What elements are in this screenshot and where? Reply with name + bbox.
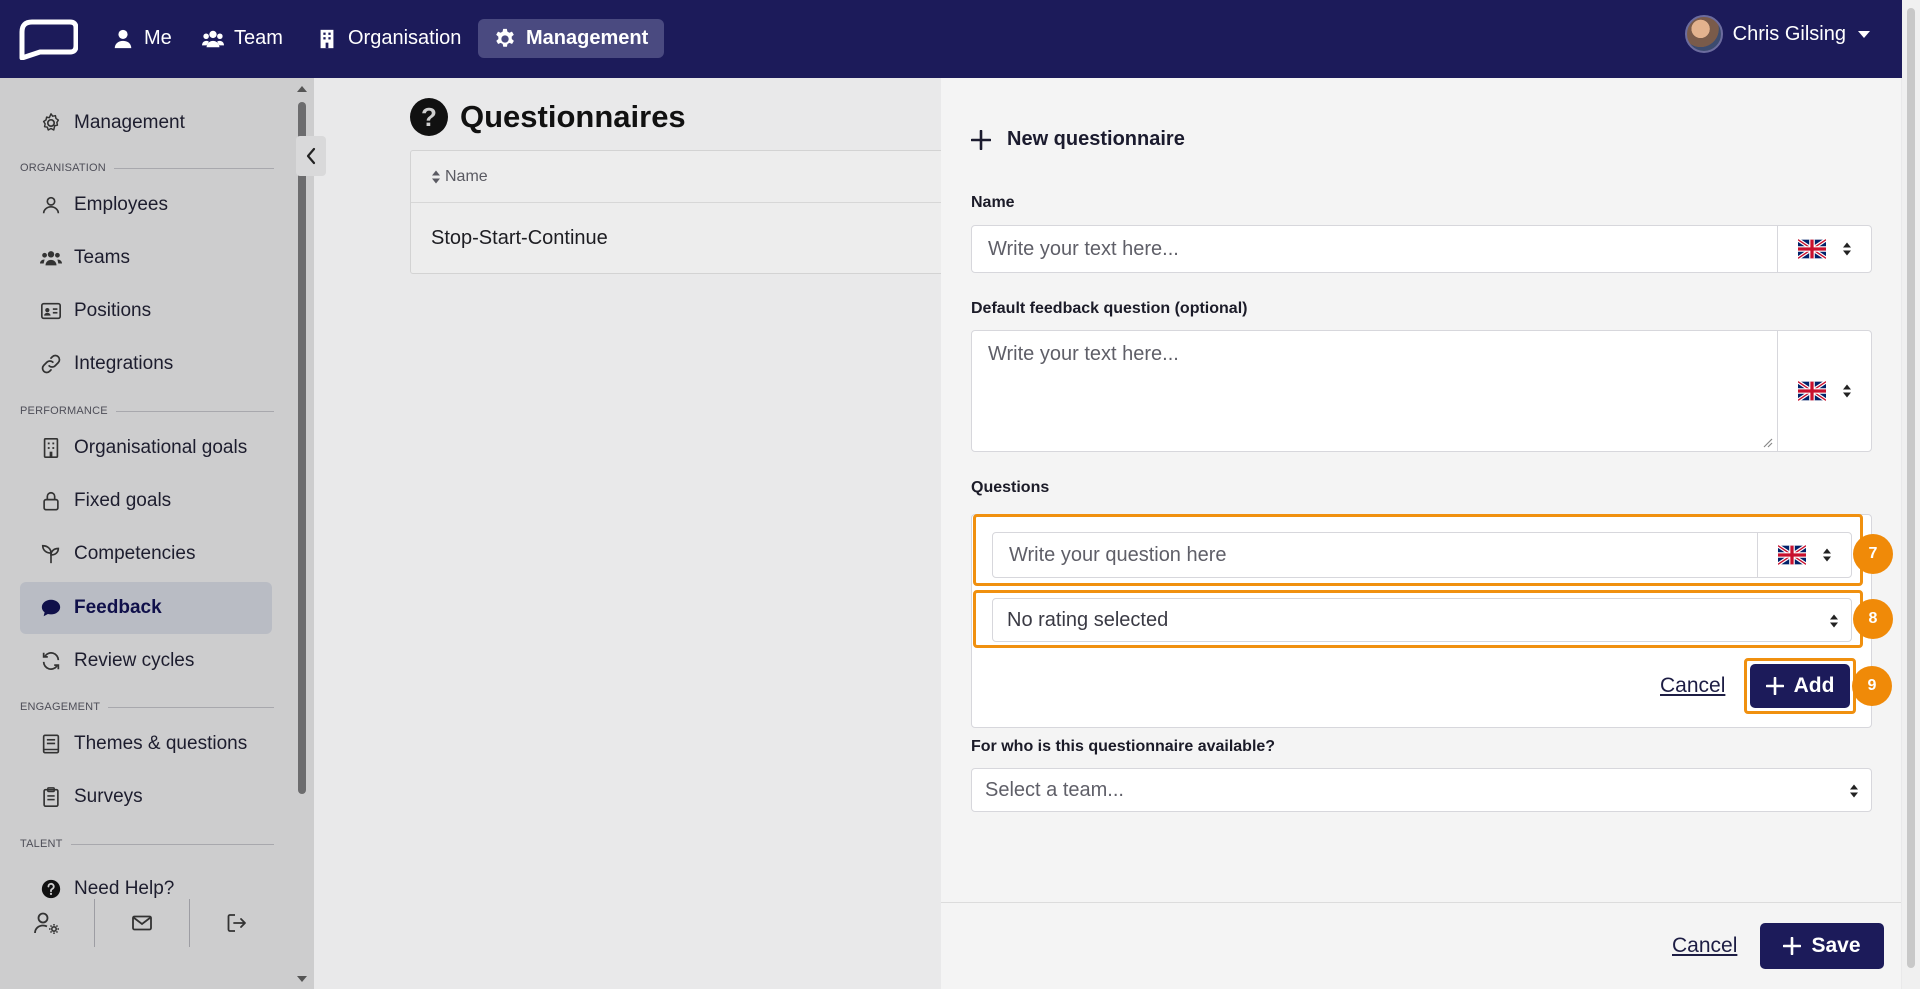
sidebar-item-teams[interactable]: Teams (20, 232, 272, 284)
sidebar-item-surveys[interactable]: Surveys (20, 771, 272, 823)
step-badge-9: 9 (1852, 666, 1892, 706)
sidebar-item-themes-questions[interactable]: Themes & questions (20, 718, 272, 770)
name-input[interactable]: Write your text here... (971, 225, 1872, 273)
section-engagement: ENGAGEMENT (20, 701, 274, 713)
table-row[interactable]: Stop-Start-Continue (411, 203, 949, 273)
uk-flag-icon (1797, 381, 1826, 401)
page-scrollbar[interactable] (1902, 0, 1920, 989)
uk-flag-icon (1797, 239, 1826, 259)
section-performance: PERFORMANCE (20, 405, 274, 417)
sidebar-item-management[interactable]: Management (20, 97, 272, 149)
nav-management[interactable]: Management (478, 19, 665, 58)
refresh-icon (40, 650, 62, 672)
top-navigation: Me Team Organisation Management Chris Gi… (0, 0, 1920, 78)
app-logo-icon[interactable] (18, 18, 78, 60)
questionnaires-table: Name Stop-Start-Continue (410, 150, 950, 274)
panel-title: New questionnaire (971, 128, 1185, 151)
link-icon (40, 353, 62, 375)
sidebar-item-fixed-goals[interactable]: Fixed goals (20, 475, 272, 527)
sidebar-item-employees[interactable]: Employees (20, 179, 272, 231)
person-icon (40, 194, 62, 216)
resize-handle-icon[interactable] (1763, 438, 1773, 448)
default-question-textarea[interactable]: Write your text here... (971, 330, 1872, 452)
sort-icon (1842, 383, 1852, 399)
availability-label: For who is this questionnaire available? (971, 738, 1276, 755)
envelope-icon (130, 911, 154, 935)
user-gear-icon (33, 911, 61, 935)
sidebar: Management ORGANISATION Employees Teams … (0, 78, 314, 989)
sort-icon (1849, 783, 1859, 799)
cancel-question-link[interactable]: Cancel (1660, 674, 1725, 698)
gear-icon (40, 112, 62, 134)
chevron-left-icon (305, 146, 317, 166)
panel-footer-divider (941, 902, 1901, 903)
scrollbar-thumb[interactable] (1907, 8, 1915, 968)
user-settings-button[interactable] (0, 899, 94, 947)
sidebar-item-positions[interactable]: Positions (20, 285, 272, 337)
default-question-label: Default feedback question (optional) (971, 300, 1248, 317)
scrollbar-thumb[interactable] (298, 102, 306, 794)
sidebar-footer (0, 888, 290, 958)
clipboard-icon (40, 786, 62, 808)
highlight-step-9 (1744, 658, 1856, 714)
highlight-step-8 (973, 590, 1863, 648)
sidebar-item-feedback[interactable]: Feedback (20, 582, 272, 634)
question-circle-icon: ? (410, 98, 448, 136)
language-select[interactable] (1777, 226, 1871, 272)
sidebar-item-competencies[interactable]: Competencies (20, 528, 272, 580)
step-badge-7: 7 (1853, 534, 1893, 574)
book-icon (40, 733, 62, 755)
seedling-icon (40, 543, 62, 565)
logout-icon (225, 911, 249, 935)
section-talent: TALENT (20, 838, 274, 850)
nav-organisation[interactable]: Organisation (300, 19, 477, 58)
id-card-icon (40, 300, 62, 322)
sidebar-item-review-cycles[interactable]: Review cycles (20, 635, 272, 687)
plus-icon (971, 129, 991, 150)
name-label: Name (971, 194, 1015, 211)
sidebar-item-integrations[interactable]: Integrations (20, 338, 272, 390)
save-button[interactable]: Save (1760, 923, 1884, 969)
people-icon (202, 28, 224, 50)
plus-icon (1783, 937, 1802, 955)
nav-team[interactable]: Team (186, 19, 299, 58)
section-organisation: ORGANISATION (20, 162, 274, 174)
building-icon (40, 437, 62, 459)
sort-icon (431, 169, 441, 185)
avatar (1684, 15, 1723, 53)
team-select[interactable]: Select a team... (971, 768, 1872, 812)
messages-button[interactable] (95, 899, 189, 947)
step-badge-8: 8 (1853, 599, 1893, 639)
cancel-link[interactable]: Cancel (1672, 934, 1737, 958)
page-title: ? Questionnaires (410, 98, 686, 136)
person-icon (112, 28, 134, 50)
user-name: Chris Gilsing (1732, 22, 1846, 45)
new-questionnaire-panel: New questionnaire Name Write your text h… (941, 78, 1901, 989)
caret-down-icon (1858, 30, 1870, 38)
sidebar-item-organisational-goals[interactable]: Organisational goals (20, 422, 272, 474)
user-menu[interactable]: Chris Gilsing (1684, 15, 1870, 53)
questions-label: Questions (971, 479, 1050, 496)
highlight-step-7 (973, 514, 1863, 586)
people-icon (40, 247, 62, 269)
nav-me[interactable]: Me (96, 19, 188, 58)
logout-button[interactable] (190, 899, 284, 947)
lock-icon (40, 490, 62, 512)
sidebar-scrollbar[interactable] (296, 84, 308, 984)
table-header[interactable]: Name (411, 151, 949, 203)
chat-bubble-icon (40, 597, 62, 619)
language-select[interactable] (1777, 331, 1871, 451)
sort-icon (1842, 241, 1852, 257)
gear-icon (494, 28, 516, 50)
building-icon (316, 28, 338, 50)
collapse-sidebar-button[interactable] (296, 136, 326, 176)
